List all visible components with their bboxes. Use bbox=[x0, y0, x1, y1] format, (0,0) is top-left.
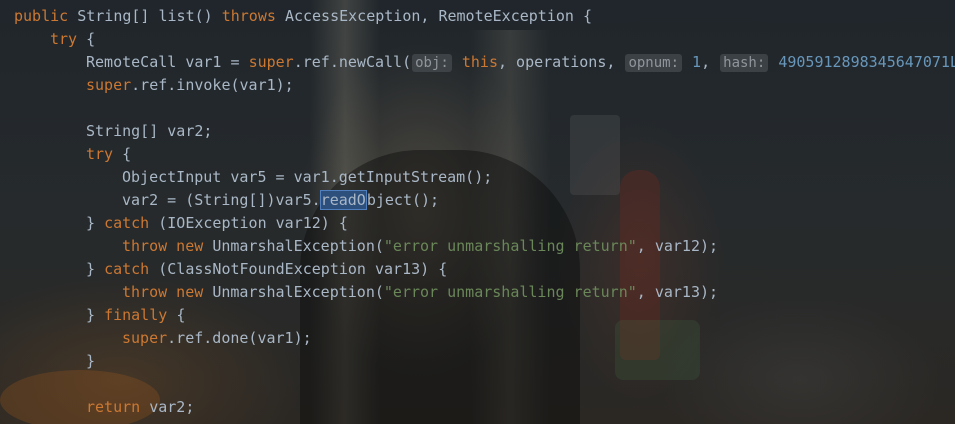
string-literal: "error unmarshalling return" bbox=[383, 283, 637, 301]
code-text: { bbox=[122, 145, 132, 163]
code-text: } bbox=[86, 306, 105, 324]
code-line-18[interactable]: return var2; bbox=[86, 396, 194, 419]
code-text: (ClassNotFoundException var13) { bbox=[158, 260, 448, 278]
wallpaper-hair-right bbox=[470, 30, 550, 424]
keyword: catch bbox=[104, 214, 159, 232]
code-text: RemoteCall var1 = bbox=[86, 53, 249, 71]
code-line-4[interactable]: super.ref.invoke(var1); bbox=[86, 74, 294, 97]
code-text: , bbox=[701, 53, 720, 71]
code-text: String[] list() bbox=[77, 7, 222, 25]
string-literal: "error unmarshalling return" bbox=[383, 237, 637, 255]
keyword: throw new bbox=[122, 283, 213, 301]
code-line-2[interactable]: try { bbox=[50, 28, 95, 51]
code-line-15[interactable]: super.ref.done(var1); bbox=[122, 327, 312, 350]
wallpaper-cup bbox=[615, 320, 700, 380]
code-editor[interactable]: public String[] list() throws AccessExce… bbox=[0, 0, 955, 424]
code-text: } bbox=[86, 352, 96, 370]
code-line-10[interactable]: } catch (IOException var12) { bbox=[86, 212, 348, 235]
code-line-7[interactable]: try { bbox=[86, 143, 131, 166]
number-literal: 1 bbox=[692, 53, 702, 71]
keyword: throw new bbox=[122, 237, 213, 255]
parameter-hint-opnum: opnum: bbox=[625, 54, 683, 72]
code-text: { bbox=[176, 306, 186, 324]
code-line-3[interactable]: RemoteCall var1 = super.ref.newCall(obj:… bbox=[86, 51, 955, 74]
code-text: , operations, bbox=[498, 53, 625, 71]
code-text: UnmarshalException( bbox=[212, 237, 384, 255]
keyword: this bbox=[461, 53, 498, 71]
code-text: ObjectInput var5 = var1.getInputStream()… bbox=[122, 168, 493, 186]
code-text: UnmarshalException( bbox=[212, 283, 384, 301]
keyword: finally bbox=[104, 306, 177, 324]
code-text: var2 = (String[])var5. bbox=[122, 191, 321, 209]
code-text: bject(); bbox=[366, 191, 440, 209]
code-text: } bbox=[86, 214, 105, 232]
parameter-hint-hash: hash: bbox=[720, 54, 769, 72]
code-line-12[interactable]: } catch (ClassNotFoundException var13) { bbox=[86, 258, 447, 281]
code-text: var2; bbox=[149, 398, 195, 416]
code-line-9[interactable]: var2 = (String[])var5.readObject(); bbox=[122, 189, 439, 212]
keyword: super bbox=[86, 76, 132, 94]
number-literal: 4905912898345647071L bbox=[778, 53, 955, 71]
keyword: super bbox=[248, 53, 294, 71]
parameter-hint-obj: obj: bbox=[412, 54, 452, 72]
code-line-14[interactable]: } finally { bbox=[86, 304, 185, 327]
code-text: AccessException, RemoteException { bbox=[284, 7, 592, 25]
wallpaper-jar bbox=[570, 115, 620, 195]
keyword: throws bbox=[221, 7, 285, 25]
code-text: String[] var2; bbox=[86, 122, 213, 140]
code-line-13[interactable]: throw new UnmarshalException("error unma… bbox=[122, 281, 718, 304]
code-text: .ref.newCall( bbox=[293, 53, 412, 71]
code-text: .ref.done(var1); bbox=[167, 329, 312, 347]
code-text: .ref.invoke(var1); bbox=[131, 76, 294, 94]
code-text: (IOException var12) { bbox=[158, 214, 348, 232]
keyword: return bbox=[86, 398, 150, 416]
keyword: super bbox=[122, 329, 168, 347]
wallpaper-bottle bbox=[620, 170, 660, 360]
keyword: public bbox=[14, 7, 78, 25]
keyword: try bbox=[86, 145, 123, 163]
code-text: , var13); bbox=[636, 283, 719, 301]
code-text: { bbox=[86, 30, 96, 48]
code-line-8[interactable]: ObjectInput var5 = var1.getInputStream()… bbox=[122, 166, 492, 189]
code-text: } bbox=[86, 260, 105, 278]
code-line-1[interactable]: public String[] list() throws AccessExce… bbox=[14, 5, 592, 28]
code-line-6[interactable]: String[] var2; bbox=[86, 120, 212, 143]
keyword: catch bbox=[104, 260, 159, 278]
keyword: try bbox=[50, 30, 87, 48]
code-line-16[interactable]: } bbox=[86, 350, 95, 373]
code-text: , var12); bbox=[636, 237, 719, 255]
text-selection[interactable]: readO bbox=[319, 190, 367, 210]
code-line-11[interactable]: throw new UnmarshalException("error unma… bbox=[122, 235, 718, 258]
